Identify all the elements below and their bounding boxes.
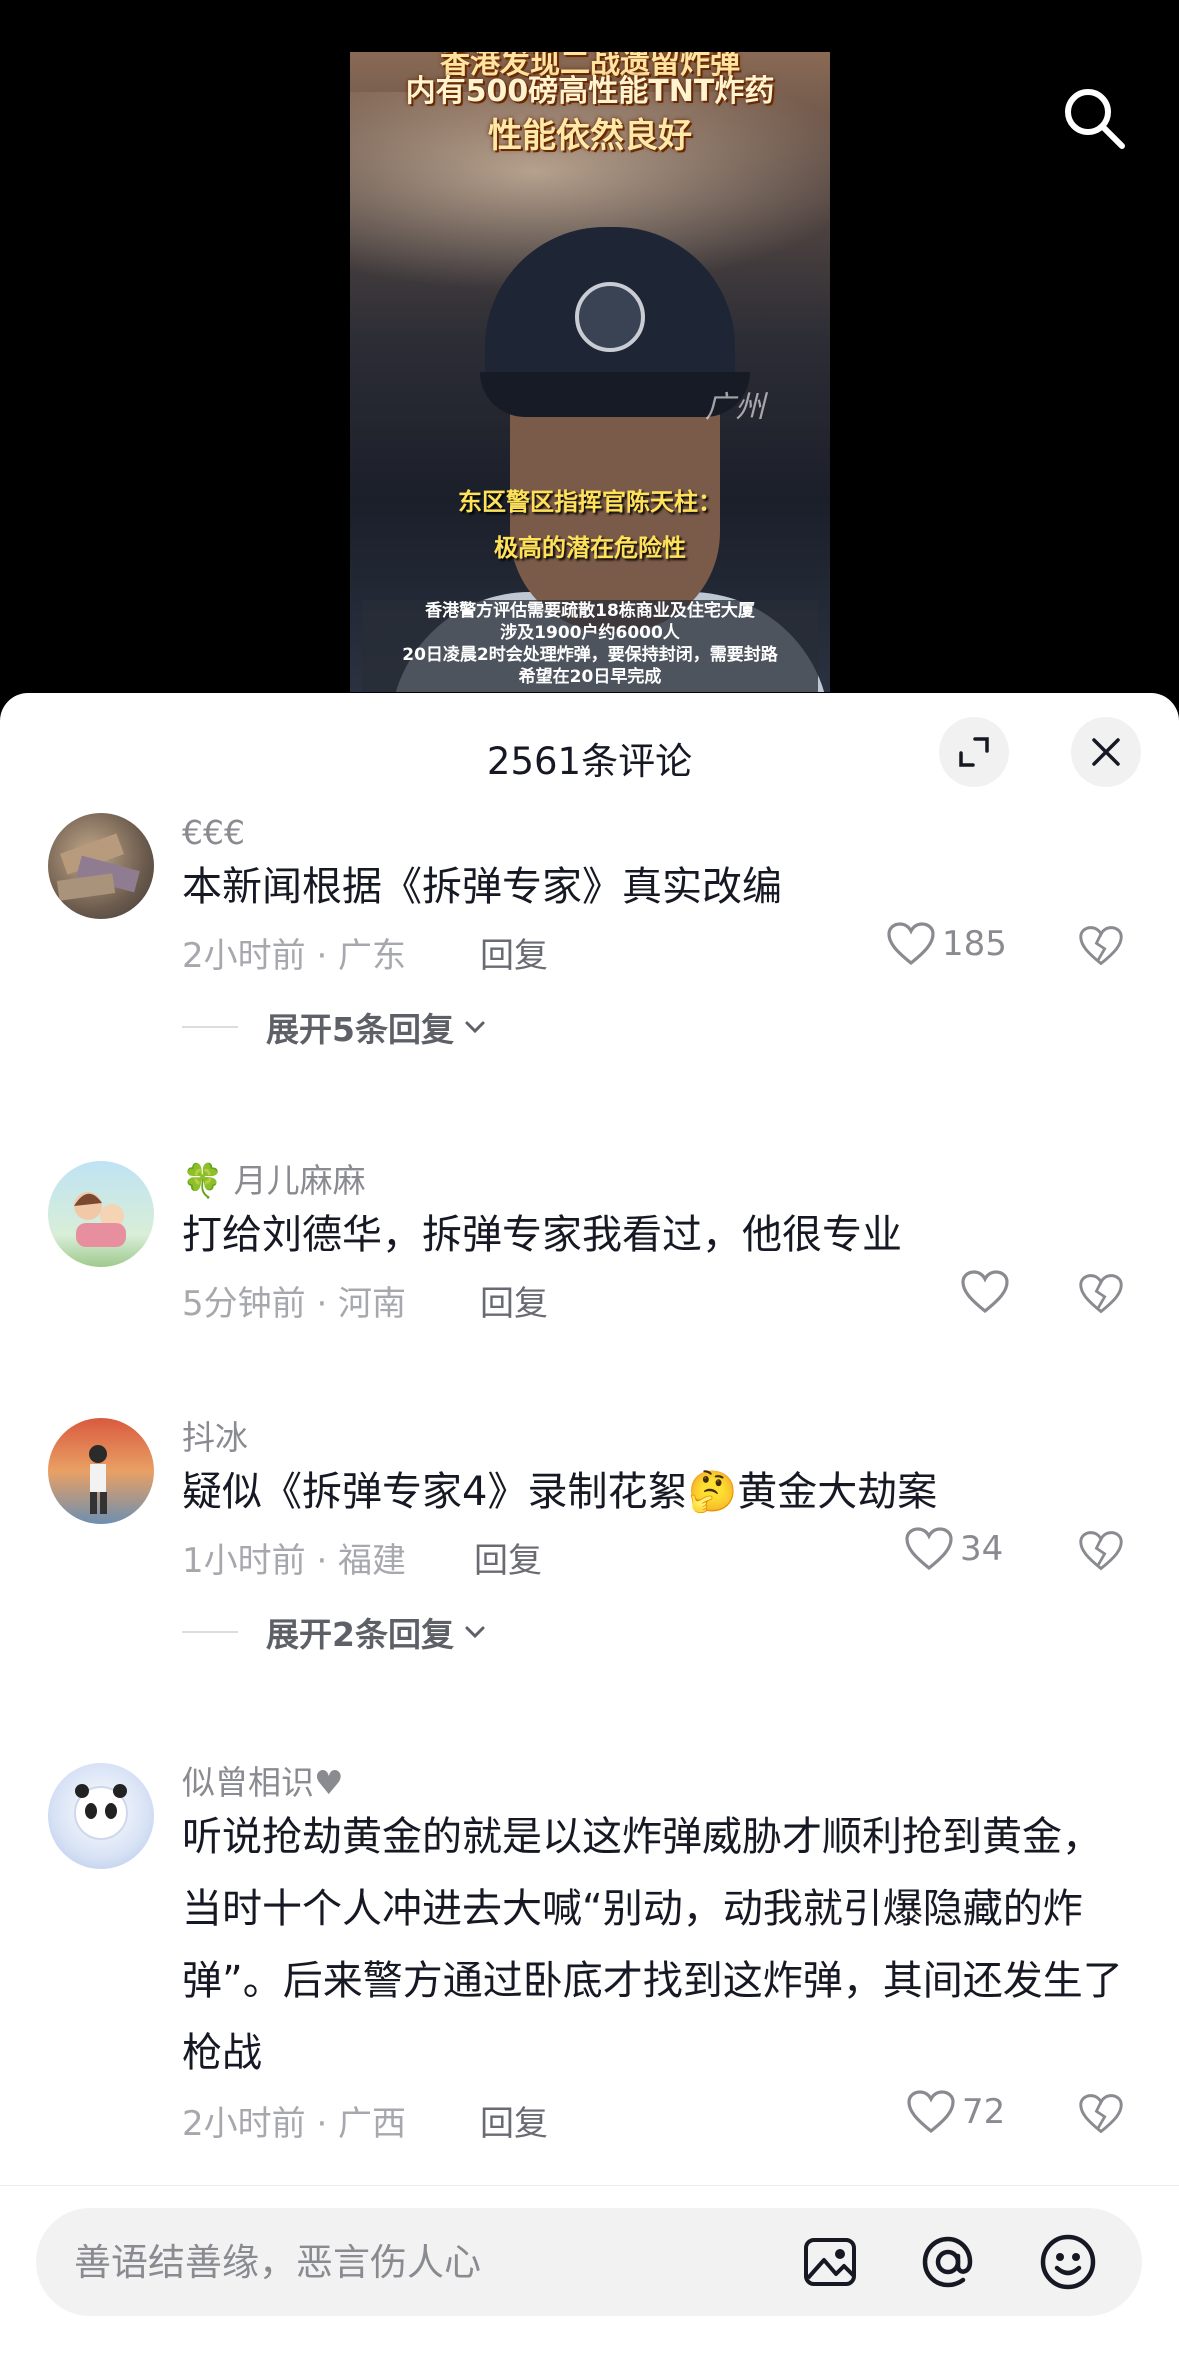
mention-button[interactable] bbox=[918, 2232, 978, 2292]
comment-time-location: 2小时前 · 广西 bbox=[182, 2104, 407, 2144]
expand-replies-label: 展开5条回复 bbox=[266, 1010, 454, 1049]
search-icon bbox=[1065, 89, 1125, 149]
expand-sheet-button[interactable] bbox=[939, 717, 1009, 787]
avatar[interactable] bbox=[48, 813, 154, 919]
dislike-button[interactable] bbox=[1078, 1271, 1124, 1317]
emoji-icon bbox=[1040, 2234, 1096, 2290]
video-caption-quote: 极高的潜在危险性 bbox=[494, 534, 686, 562]
video-caption-box: 香港警方评估需要疏散18栋商业及住宅大厦 涉及1900户约6000人 20日凌晨… bbox=[362, 600, 818, 692]
at-mention-icon bbox=[922, 2236, 973, 2288]
insert-image-button[interactable] bbox=[800, 2232, 860, 2292]
dancer-avatar-icon bbox=[89, 1445, 107, 1514]
like-count: 34 bbox=[960, 1529, 1004, 1569]
police-badge-icon bbox=[575, 282, 645, 352]
divider bbox=[182, 1631, 238, 1633]
close-sheet-button[interactable] bbox=[1071, 717, 1141, 787]
video-caption-bottom-line: 涉及1900户约6000人 bbox=[500, 623, 680, 643]
heart-icon bbox=[907, 2090, 955, 2134]
comment-item: 🍀 月儿麻麻 打给刘德华，拆弹专家我看过，他很专业 5分钟前 · 河南 回复 bbox=[0, 1161, 1179, 1341]
emoji-button[interactable] bbox=[1038, 2232, 1098, 2292]
dislike-button[interactable] bbox=[1078, 2091, 1124, 2137]
cartoon-family-avatar-icon bbox=[74, 1192, 126, 1247]
comment-username[interactable]: 🍀 月儿麻麻 bbox=[182, 1161, 366, 1201]
video-face bbox=[510, 402, 720, 632]
expand-replies-button[interactable]: 展开5条回复 bbox=[182, 1003, 488, 1051]
broken-heart-icon bbox=[1079, 1274, 1123, 1314]
close-icon bbox=[1092, 738, 1120, 766]
broken-heart-icon bbox=[1079, 1531, 1123, 1571]
comment-text: 听说抢劫黄金的就是以这炸弹威胁才顺利抢到黄金，当时十个人冲进去大喊“别动，动我就… bbox=[182, 1814, 1123, 2076]
image-icon bbox=[804, 2238, 856, 2286]
comment-item: €€€ 本新闻根据《拆弹专家》真实改编 2小时前 · 广东 回复 185 展开5… bbox=[0, 813, 1179, 1049]
panda-avatar-icon bbox=[74, 1784, 128, 1840]
comment-text: 本新闻根据《拆弹专家》真实改编 bbox=[182, 864, 782, 910]
video-player[interactable]: 香港发现二战遗留炸弹 内有500磅高性能TNT炸药 性能依然良好 广州 东区警区… bbox=[0, 0, 1179, 700]
heart-icon bbox=[887, 922, 935, 966]
expand-icon bbox=[959, 737, 989, 767]
comment-item: 似曾相识♥ 听说抢劫黄金的就是以这炸弹威胁才顺利抢到黄金，当时十个人冲进去大喊“… bbox=[0, 1763, 1179, 2183]
video-caption-line1: 内有500磅高性能TNT炸药 bbox=[405, 74, 775, 109]
comment-time-location: 1小时前 · 福建 bbox=[182, 1541, 407, 1581]
search-button[interactable] bbox=[1058, 82, 1128, 152]
dislike-button[interactable] bbox=[1078, 1528, 1124, 1574]
like-button[interactable] bbox=[960, 1269, 1016, 1315]
video-caption-bottom-line: 20日凌晨2时会处理炸弹，要保持封闭，需要封路 bbox=[402, 645, 778, 665]
chevron-down-icon bbox=[465, 1626, 485, 1639]
reply-button[interactable]: 回复 bbox=[480, 928, 548, 977]
money-stack-avatar-icon bbox=[56, 833, 140, 901]
video-caption-bottom-line: 希望在20日早完成 bbox=[518, 667, 662, 687]
divider bbox=[182, 1026, 238, 1028]
comment-text: 打给刘德华，拆弹专家我看过，他很专业 bbox=[182, 1212, 902, 1258]
like-count: 185 bbox=[942, 924, 1007, 964]
comment-input-bar bbox=[0, 2185, 1179, 2380]
broken-heart-icon bbox=[1079, 926, 1123, 966]
expand-replies-label: 展开2条回复 bbox=[266, 1615, 454, 1654]
heart-icon bbox=[961, 1270, 1009, 1314]
comment-input[interactable] bbox=[74, 2208, 774, 2316]
like-button[interactable]: 72 bbox=[906, 2089, 1005, 2135]
heart-icon bbox=[905, 1527, 953, 1571]
video-caption-line2: 性能依然良好 bbox=[488, 116, 692, 156]
reply-button[interactable]: 回复 bbox=[480, 2096, 548, 2145]
avatar[interactable] bbox=[48, 1763, 154, 1869]
expand-replies-button[interactable]: 展开2条回复 bbox=[182, 1608, 488, 1656]
comment-time-location: 5分钟前 · 河南 bbox=[182, 1284, 407, 1324]
reply-button[interactable]: 回复 bbox=[480, 1276, 548, 1325]
video-frame[interactable]: 香港发现二战遗留炸弹 内有500磅高性能TNT炸药 性能依然良好 广州 东区警区… bbox=[350, 52, 830, 692]
avatar[interactable] bbox=[48, 1418, 154, 1524]
avatar[interactable] bbox=[48, 1161, 154, 1267]
reply-button[interactable]: 回复 bbox=[474, 1533, 542, 1582]
broken-heart-icon bbox=[1079, 2094, 1123, 2134]
dislike-button[interactable] bbox=[1078, 923, 1124, 969]
comment-username[interactable]: €€€ bbox=[182, 813, 245, 853]
like-count: 72 bbox=[962, 2092, 1006, 2132]
comment-item: 抖冰 疑似《拆弹专家4》录制花絮🤔黄金大劫案 1小时前 · 福建 回复 34 展… bbox=[0, 1418, 1179, 1654]
like-button[interactable]: 185 bbox=[886, 921, 1007, 967]
comment-input-container[interactable] bbox=[36, 2208, 1142, 2316]
chevron-down-icon bbox=[465, 1021, 485, 1034]
comment-username[interactable]: 抖冰 bbox=[182, 1418, 248, 1458]
video-watermark: 广州 bbox=[705, 390, 765, 425]
comment-time-location: 2小时前 · 广东 bbox=[182, 936, 407, 976]
video-caption-bottom-line: 香港警方评估需要疏散18栋商业及住宅大厦 bbox=[425, 601, 755, 621]
comment-sheet: 2561条评论 €€€ 本新闻根据《拆弹专家》真实改编 2小时前 · 广东 回复 bbox=[0, 693, 1179, 2380]
comment-text: 疑似《拆弹专家4》录制花絮🤔黄金大劫案 bbox=[182, 1469, 938, 1515]
like-button[interactable]: 34 bbox=[904, 1526, 1003, 1572]
video-caption-speaker: 东区警区指挥官陈天柱： bbox=[458, 488, 722, 516]
comment-username[interactable]: 似曾相识♥ bbox=[182, 1763, 344, 1803]
